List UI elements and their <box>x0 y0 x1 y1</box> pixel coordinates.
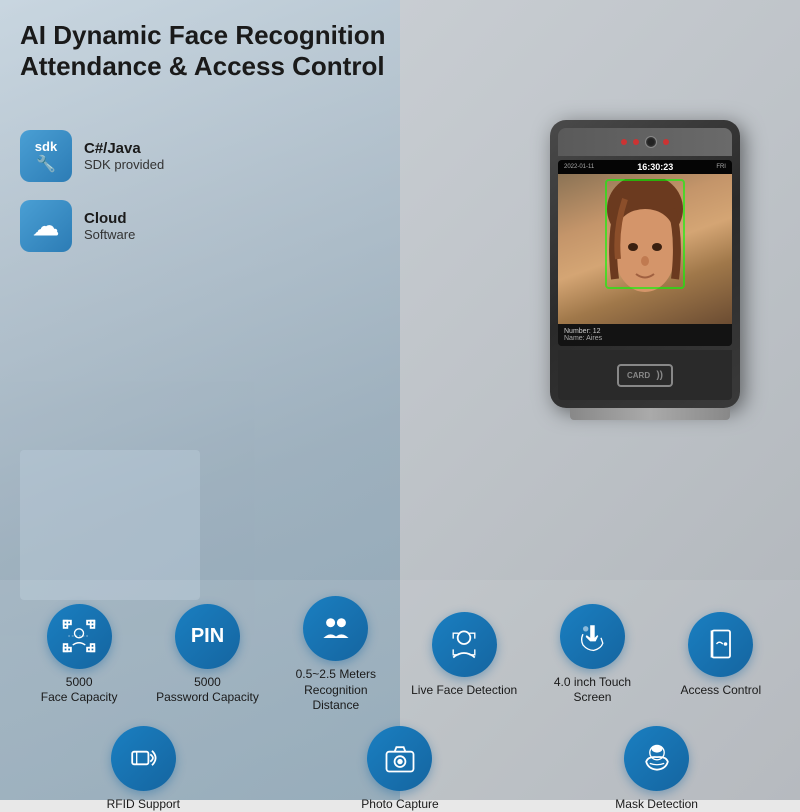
feature-mask-detection: Mask Detection <box>602 726 712 812</box>
screen-time: 16:30:23 <box>637 162 673 172</box>
device-screen: 2022-01-11 16:30:23 FRI <box>558 160 732 346</box>
pin-icon: PIN <box>191 625 224 648</box>
cloud-text-main: Cloud <box>84 210 135 227</box>
mask-detection-label: Mask Detection <box>615 797 698 812</box>
main-content: AI Dynamic Face Recognition Attendance &… <box>0 0 800 800</box>
features-area: 5000Face Capacity PIN 5000Password Capac… <box>0 580 800 800</box>
cloud-text: Cloud Software <box>84 210 135 242</box>
sensor-dot-2 <box>633 139 639 145</box>
photo-capture-label: Photo Capture <box>361 797 438 812</box>
sdk-badge: sdk 🔧 C#/Java SDK provided <box>20 130 320 182</box>
device-card-area: CARD )) <box>558 350 732 400</box>
cloud-icon: ☁ <box>20 200 72 252</box>
device-container: 2022-01-11 16:30:23 FRI <box>550 120 750 420</box>
face-capacity-icon-circle <box>47 604 112 669</box>
rfid-icon <box>125 740 161 776</box>
person-group-icon <box>318 611 354 647</box>
face-detection-icon-circle <box>432 612 497 677</box>
screen-date: 2022-01-11 <box>564 164 594 170</box>
access-control-icon-circle <box>688 612 753 677</box>
touch-icon <box>574 618 610 654</box>
touch-screen-icon-circle <box>560 604 625 669</box>
device-mount <box>570 408 730 420</box>
screen-name: Name: Aires <box>564 335 726 342</box>
sdk-text: C#/Java SDK provided <box>84 140 164 172</box>
screen-info-bar: 2022-01-11 16:30:23 FRI <box>558 160 732 174</box>
feature-photo-capture: Photo Capture <box>345 726 455 812</box>
screen-bottom-bar: Number: 12 Name: Aires <box>558 324 732 346</box>
card-text: CARD <box>627 371 650 380</box>
sensor-dot-1 <box>621 139 627 145</box>
card-symbol: CARD )) <box>617 364 673 387</box>
rfid-support-label: RFID Support <box>107 797 180 812</box>
face-detection-box <box>605 179 685 289</box>
person-detect-icon <box>446 626 482 662</box>
screen-face-area <box>558 174 732 324</box>
photo-capture-icon-circle <box>367 726 432 791</box>
screen-day: FRI <box>716 164 726 170</box>
recognition-distance-icon-circle <box>303 596 368 661</box>
cloud-text-sub: Software <box>84 227 135 242</box>
face-capacity-label: 5000Face Capacity <box>41 675 118 706</box>
mask-icon <box>639 740 675 776</box>
sdk-text-main: C#/Java <box>84 140 164 157</box>
feature-access-control: Access Control <box>666 612 776 699</box>
title-area: AI Dynamic Face Recognition Attendance &… <box>20 20 400 82</box>
cloud-badge: ☁ Cloud Software <box>20 200 320 252</box>
device-body: 2022-01-11 16:30:23 FRI <box>550 120 740 408</box>
rfid-icon-circle <box>111 726 176 791</box>
feature-recognition-distance: 0.5~2.5 MetersRecognition Distance <box>281 596 391 714</box>
feature-touch-screen: 4.0 inch Touch Screen <box>537 604 647 706</box>
face-scan-icon <box>61 618 97 654</box>
recognition-distance-label: 0.5~2.5 MetersRecognition Distance <box>281 667 391 714</box>
feature-password-capacity: PIN 5000Password Capacity <box>152 604 262 706</box>
title-line1: AI Dynamic Face Recognition <box>20 20 386 50</box>
access-control-label: Access Control <box>680 683 761 699</box>
mask-detection-icon-circle <box>624 726 689 791</box>
camera-lens <box>645 136 657 148</box>
camera-icon <box>382 740 418 776</box>
sdk-text-sub: SDK provided <box>84 157 164 172</box>
touch-screen-label: 4.0 inch Touch Screen <box>537 675 647 706</box>
sdk-icon: sdk 🔧 <box>20 130 72 182</box>
page-title: AI Dynamic Face Recognition Attendance &… <box>20 20 400 82</box>
password-capacity-label: 5000Password Capacity <box>156 675 259 706</box>
feature-rfid-support: RFID Support <box>88 726 198 812</box>
sensor-dot-3 <box>663 139 669 145</box>
device-top-bar <box>558 128 732 156</box>
pin-icon-circle: PIN <box>175 604 240 669</box>
door-icon <box>703 626 739 662</box>
screen-number: Number: 12 <box>564 328 726 335</box>
feature-face-detection: Live Face Detection <box>409 612 519 699</box>
title-line2: Attendance & Access Control <box>20 51 385 81</box>
badge-area: sdk 🔧 C#/Java SDK provided ☁ Cloud Softw… <box>20 130 320 270</box>
face-detection-label: Live Face Detection <box>411 683 517 699</box>
feature-face-capacity: 5000Face Capacity <box>24 604 134 706</box>
